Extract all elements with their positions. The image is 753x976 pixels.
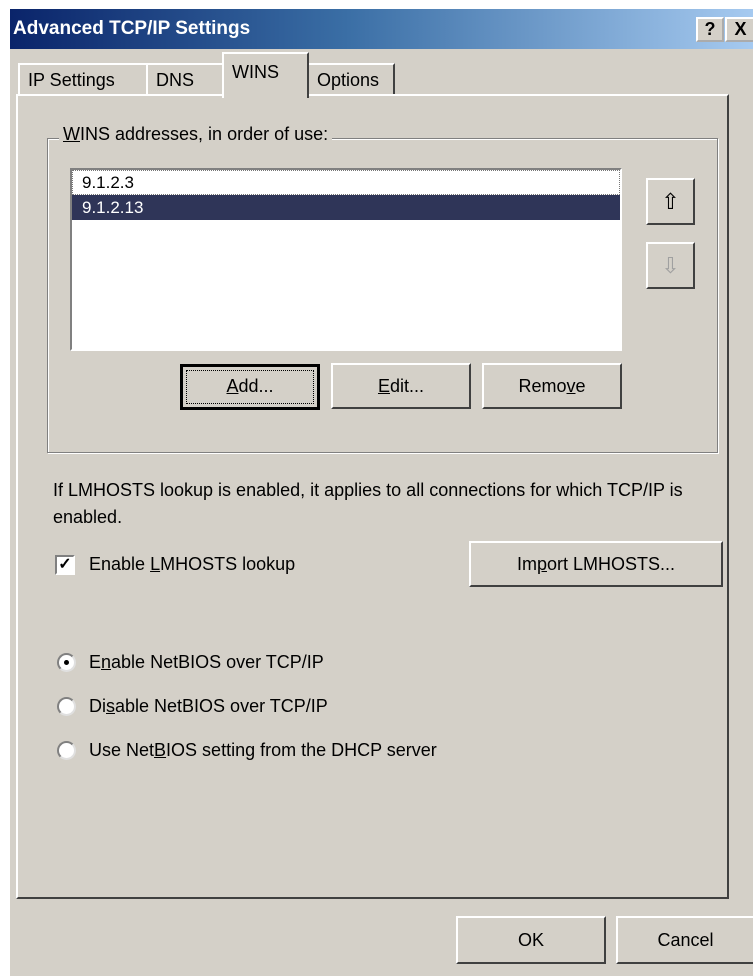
dhcp-netbios-label[interactable]: Use NetBIOS setting from the DHCP server: [89, 740, 437, 761]
radio-disable-netbios[interactable]: [57, 697, 76, 716]
edit-button-label: Edit...: [377, 376, 425, 396]
move-down-button[interactable]: ⇩: [646, 242, 695, 289]
close-button[interactable]: X: [725, 17, 753, 42]
tab-wins[interactable]: WINS: [222, 52, 309, 98]
enable-lmhosts-checkbox[interactable]: ✓: [55, 555, 75, 575]
edit-button[interactable]: Edit...: [331, 363, 471, 409]
cancel-button[interactable]: Cancel: [616, 916, 753, 964]
add-button[interactable]: Add...: [180, 364, 320, 410]
wins-address-list[interactable]: 9.1.2.3 9.1.2.13: [70, 168, 622, 351]
checkmark-icon: ✓: [58, 556, 72, 573]
tab-options[interactable]: Options: [307, 63, 395, 96]
radio-dhcp-netbios[interactable]: [57, 741, 76, 760]
enable-lmhosts-label[interactable]: Enable LMHOSTS lookup: [89, 554, 295, 575]
import-lmhosts-label: Import LMHOSTS...: [516, 554, 676, 574]
list-item[interactable]: 9.1.2.3: [72, 170, 620, 195]
tab-dns[interactable]: DNS: [146, 63, 226, 96]
arrow-up-icon: ⇧: [661, 189, 680, 214]
move-up-button[interactable]: ⇧: [646, 178, 695, 225]
radio-enable-netbios[interactable]: [57, 653, 76, 672]
radio-dot: [64, 660, 69, 665]
tab-ip-settings[interactable]: IP Settings: [18, 63, 148, 96]
list-item[interactable]: 9.1.2.13: [72, 195, 620, 220]
disable-netbios-label[interactable]: Disable NetBIOS over TCP/IP: [89, 696, 328, 717]
enable-netbios-label[interactable]: Enable NetBIOS over TCP/IP: [89, 652, 324, 673]
ok-button[interactable]: OK: [456, 916, 606, 964]
import-lmhosts-button[interactable]: Import LMHOSTS...: [469, 541, 723, 587]
focus-rect: [186, 370, 314, 404]
window-title: Advanced TCP/IP Settings: [13, 18, 251, 39]
remove-button-label: Remove: [518, 376, 586, 396]
remove-button[interactable]: Remove: [482, 363, 622, 409]
lmhosts-info-text: If LMHOSTS lookup is enabled, it applies…: [53, 480, 683, 527]
wins-group-label: WINS addresses, in order of use:: [59, 124, 333, 145]
help-button[interactable]: ?: [696, 17, 724, 42]
title-bar[interactable]: Advanced TCP/IP Settings ? X: [10, 9, 753, 49]
arrow-down-icon: ⇩: [661, 253, 680, 278]
